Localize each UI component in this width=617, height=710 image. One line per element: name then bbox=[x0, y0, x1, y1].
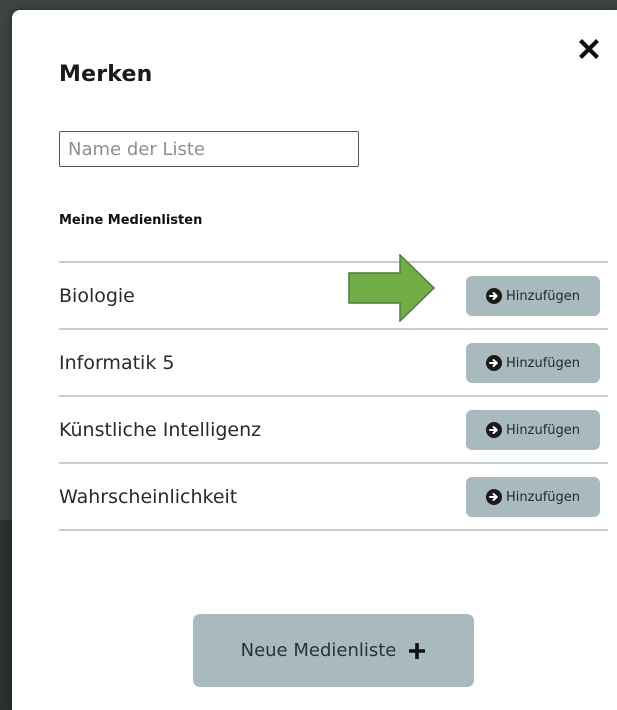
add-button-label: Hinzufügen bbox=[506, 288, 580, 304]
media-list: Biologie Hinzufügen Informatik 5 Hinzufü… bbox=[59, 261, 608, 531]
list-item-label: Biologie bbox=[59, 284, 135, 307]
list-item: Informatik 5 Hinzufügen bbox=[59, 330, 608, 397]
list-item: Wahrscheinlichkeit Hinzufügen bbox=[59, 464, 608, 531]
add-to-list-button[interactable]: Hinzufügen bbox=[466, 477, 600, 517]
list-item: Biologie Hinzufügen bbox=[59, 263, 608, 330]
close-icon[interactable] bbox=[578, 38, 600, 60]
add-to-list-button[interactable]: Hinzufügen bbox=[466, 343, 600, 383]
add-button-label: Hinzufügen bbox=[506, 355, 580, 371]
new-media-list-button[interactable]: Neue Medienliste bbox=[193, 614, 474, 687]
arrow-circle-right-icon bbox=[486, 489, 502, 505]
highlight-arrow-icon bbox=[348, 254, 436, 322]
list-name-input[interactable] bbox=[59, 131, 359, 167]
add-button-label: Hinzufügen bbox=[506, 422, 580, 438]
list-item-label: Künstliche Intelligenz bbox=[59, 418, 262, 441]
add-to-list-button[interactable]: Hinzufügen bbox=[466, 276, 600, 316]
add-button-label: Hinzufügen bbox=[506, 489, 580, 505]
modal-title: Merken bbox=[59, 62, 153, 87]
arrow-circle-right-icon bbox=[486, 422, 502, 438]
list-item-label: Wahrscheinlichkeit bbox=[59, 485, 238, 508]
backdrop-strip bbox=[0, 520, 12, 710]
arrow-circle-right-icon bbox=[486, 355, 502, 371]
list-item-label: Informatik 5 bbox=[59, 351, 175, 374]
list-item: Künstliche Intelligenz Hinzufügen bbox=[59, 397, 608, 464]
plus-icon bbox=[408, 642, 426, 660]
new-media-list-label: Neue Medienliste bbox=[240, 640, 397, 661]
arrow-circle-right-icon bbox=[486, 288, 502, 304]
section-heading: Meine Medienlisten bbox=[59, 213, 203, 228]
bookmark-modal: Merken Meine Medienlisten Biologie Hinzu… bbox=[12, 10, 617, 710]
add-to-list-button[interactable]: Hinzufügen bbox=[466, 410, 600, 450]
